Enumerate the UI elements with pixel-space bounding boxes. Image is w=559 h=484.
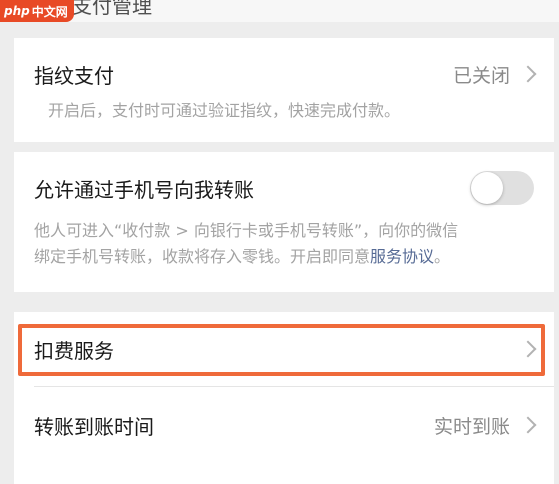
highlight-box (18, 324, 545, 376)
description-end: 。 (434, 247, 451, 266)
row-divider (34, 386, 554, 387)
fingerprint-card: 指纹支付 已关闭 开启后，支付时可通过验证指纹，快速完成付款。 (14, 38, 554, 142)
phone-transfer-description: 他人可进入“收付款 > 向银行卡或手机号转账”，向你的微信 绑定手机号转账，收款… (34, 218, 536, 270)
watermark-logo: php 中文网 (0, 0, 74, 22)
bottom-card-continuation (14, 462, 554, 484)
service-agreement-link[interactable]: 服务协议 (370, 247, 434, 266)
fingerprint-description: 开启后，支付时可通过验证指纹，快速完成付款。 (48, 101, 401, 120)
phone-transfer-card: 允许通过手机号向我转账 他人可进入“收付款 > 向银行卡或手机号转账”，向你的微… (14, 152, 554, 292)
description-line2-text: 绑定手机号转账，收款将存入零钱。开启即同意 (34, 247, 371, 266)
fingerprint-row[interactable]: 指纹支付 已关闭 (34, 52, 537, 96)
page-title: 支付管理 (72, 0, 152, 18)
chevron-right-icon (519, 65, 537, 83)
watermark-brand: php (4, 4, 30, 18)
chevron-right-icon (519, 416, 537, 434)
arrival-time-value: 实时到账 (433, 415, 510, 438)
phone-transfer-row: 允许通过手机号向我转账 (34, 168, 534, 208)
arrival-time-row[interactable]: 转账到账时间 实时到账 (34, 402, 537, 448)
description-line2: 绑定手机号转账，收款将存入零钱。开启即同意服务协议。 (34, 244, 536, 270)
description-line1: 他人可进入“收付款 > 向银行卡或手机号转账”，向你的微信 (34, 221, 459, 240)
fingerprint-label: 指纹支付 (34, 63, 114, 88)
phone-transfer-toggle[interactable] (470, 171, 534, 205)
fingerprint-status: 已关闭 (452, 64, 510, 87)
phone-transfer-label: 允许通过手机号向我转账 (34, 177, 254, 202)
arrival-time-label: 转账到账时间 (34, 414, 154, 439)
toggle-knob (471, 172, 503, 204)
watermark-site: 中文网 (31, 4, 68, 19)
top-bar: 支付管理 php 中文网 (0, 0, 559, 22)
